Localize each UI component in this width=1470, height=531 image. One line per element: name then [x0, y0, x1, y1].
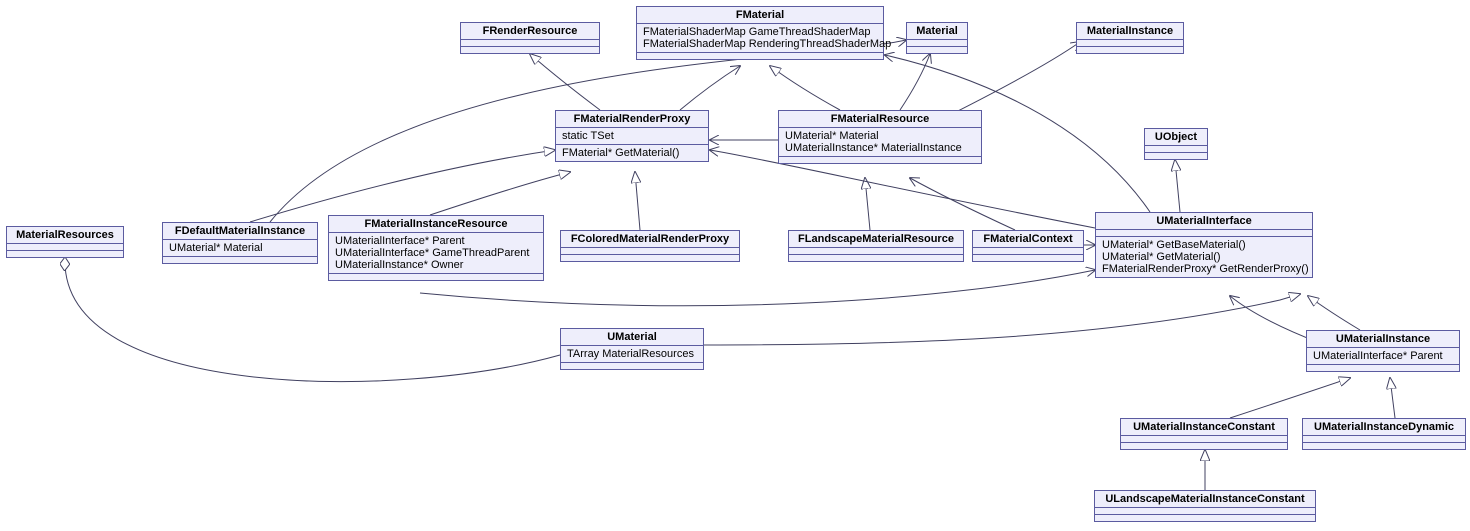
class-title: UMaterialInstanceDynamic: [1303, 419, 1465, 436]
attr: UMaterialInterface* Parent: [335, 235, 537, 247]
class-FMaterialContext: FMaterialContext: [972, 230, 1084, 262]
attr: UMaterialInterface* Parent: [1313, 350, 1453, 362]
class-Material: Material: [906, 22, 968, 54]
class-FColoredMaterialRenderProxy: FColoredMaterialRenderProxy: [560, 230, 740, 262]
class-FMaterialInstanceResource: FMaterialInstanceResource UMaterialInter…: [328, 215, 544, 281]
class-MaterialResources: MaterialResources: [6, 226, 124, 258]
class-title: UMaterialInstance: [1307, 331, 1459, 348]
class-FDefaultMaterialInstance: FDefaultMaterialInstance UMaterial* Mate…: [162, 222, 318, 264]
class-title: UObject: [1145, 129, 1207, 146]
attr: FMaterialShaderMap GameThreadShaderMap: [643, 26, 877, 38]
class-UMaterialInstanceConstant: UMaterialInstanceConstant: [1120, 418, 1288, 450]
class-title: FDefaultMaterialInstance: [163, 223, 317, 240]
class-title: FMaterialInstanceResource: [329, 216, 543, 233]
class-title: FRenderResource: [461, 23, 599, 40]
attr: TArray MaterialResources: [567, 348, 697, 360]
attr: static TSet: [562, 130, 702, 142]
op: UMaterial* GetMaterial(): [1102, 251, 1306, 263]
class-UMaterial: UMaterial TArray MaterialResources: [560, 328, 704, 370]
attr: UMaterialInterface* GameThreadParent: [335, 247, 537, 259]
class-UMaterialInstanceDynamic: UMaterialInstanceDynamic: [1302, 418, 1466, 450]
class-FRenderResource: FRenderResource: [460, 22, 600, 54]
class-title: FLandscapeMaterialResource: [789, 231, 963, 248]
op: FMaterialRenderProxy* GetRenderProxy(): [1102, 263, 1306, 275]
class-title: UMaterialInterface: [1096, 213, 1312, 230]
class-title: UMaterialInstanceConstant: [1121, 419, 1287, 436]
class-FMaterialResource: FMaterialResource UMaterial* Material UM…: [778, 110, 982, 164]
class-title: FMaterialRenderProxy: [556, 111, 708, 128]
class-ULandscapeMaterialInstanceConstant: ULandscapeMaterialInstanceConstant: [1094, 490, 1316, 522]
attr: UMaterial* Material: [785, 130, 975, 142]
class-MaterialInstance: MaterialInstance: [1076, 22, 1184, 54]
class-FLandscapeMaterialResource: FLandscapeMaterialResource: [788, 230, 964, 262]
op: FMaterial* GetMaterial(): [562, 147, 702, 159]
class-title: UMaterial: [561, 329, 703, 346]
class-title: ULandscapeMaterialInstanceConstant: [1095, 491, 1315, 508]
class-title: MaterialResources: [7, 227, 123, 244]
class-title: FMaterialResource: [779, 111, 981, 128]
attr: UMaterialInstance* Owner: [335, 259, 537, 271]
class-UMaterialInstance: UMaterialInstance UMaterialInterface* Pa…: [1306, 330, 1460, 372]
attr: UMaterialInstance* MaterialInstance: [785, 142, 975, 154]
class-title: Material: [907, 23, 967, 40]
class-title: MaterialInstance: [1077, 23, 1183, 40]
class-UObject: UObject: [1144, 128, 1208, 160]
attr: FMaterialShaderMap RenderingThreadShader…: [643, 38, 877, 50]
class-FMaterial: FMaterial FMaterialShaderMap GameThreadS…: [636, 6, 884, 60]
op: UMaterial* GetBaseMaterial(): [1102, 239, 1306, 251]
class-title: FMaterial: [637, 7, 883, 24]
class-UMaterialInterface: UMaterialInterface UMaterial* GetBaseMat…: [1095, 212, 1313, 278]
class-title: FColoredMaterialRenderProxy: [561, 231, 739, 248]
class-FMaterialRenderProxy: FMaterialRenderProxy static TSet FMateri…: [555, 110, 709, 162]
class-title: FMaterialContext: [973, 231, 1083, 248]
attr: UMaterial* Material: [169, 242, 311, 254]
